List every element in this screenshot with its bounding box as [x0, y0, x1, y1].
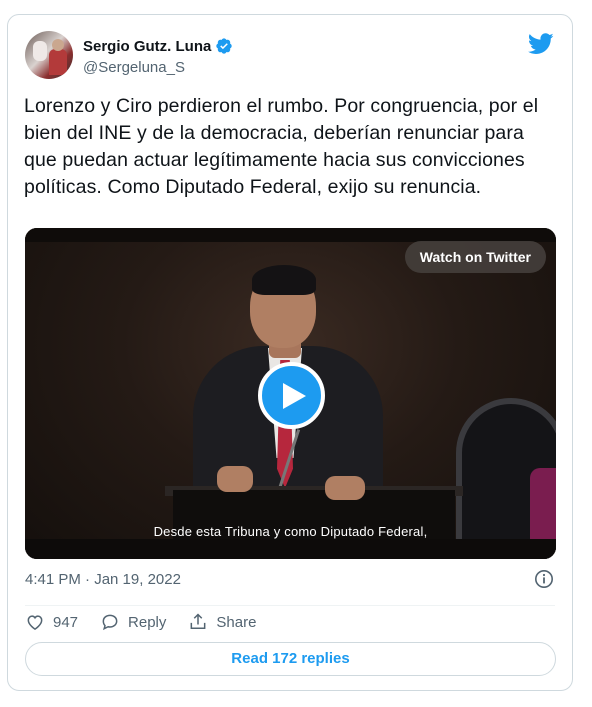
read-replies-button[interactable]: Read 172 replies	[25, 642, 556, 676]
tweet-text: Lorenzo y Ciro perdieron el rumbo. Por c…	[24, 95, 539, 198]
divider	[25, 605, 555, 606]
share-icon	[190, 613, 206, 629]
video-subtitle: Desde esta Tribuna y como Diputado Feder…	[153, 524, 428, 539]
reply-label: Reply	[128, 613, 167, 631]
like-button[interactable]: 947	[25, 612, 78, 632]
like-count: 947	[53, 613, 79, 631]
avatar[interactable]	[25, 31, 73, 79]
reply-button[interactable]: Reply	[100, 612, 166, 632]
tweet-timestamp[interactable]: 4:41 PM · Jan 19, 2022	[25, 571, 181, 588]
tweet-card: Sergio Gutz. Luna @Sergeluna_S Lorenzo y…	[7, 14, 573, 691]
twitter-bird-icon[interactable]	[528, 33, 554, 55]
video-player[interactable]: Watch on Twitter Desde esta Tribuna y co…	[25, 228, 556, 559]
author-display-name[interactable]: Sergio Gutz. Luna	[83, 38, 211, 55]
watch-on-twitter-button[interactable]: Watch on Twitter	[404, 241, 546, 273]
action-bar: 947 Reply Share	[25, 611, 278, 633]
info-icon[interactable]	[534, 569, 554, 589]
share-button[interactable]: Share	[188, 612, 256, 632]
play-icon	[283, 382, 306, 409]
verified-badge-icon	[216, 38, 233, 54]
author-name-row: Sergio Gutz. Luna	[83, 37, 233, 55]
play-button[interactable]	[258, 362, 325, 429]
share-label: Share	[216, 613, 257, 631]
reply-bubble-icon	[102, 614, 118, 631]
author-handle[interactable]: @Sergeluna_S	[83, 59, 185, 76]
heart-icon	[27, 615, 43, 630]
